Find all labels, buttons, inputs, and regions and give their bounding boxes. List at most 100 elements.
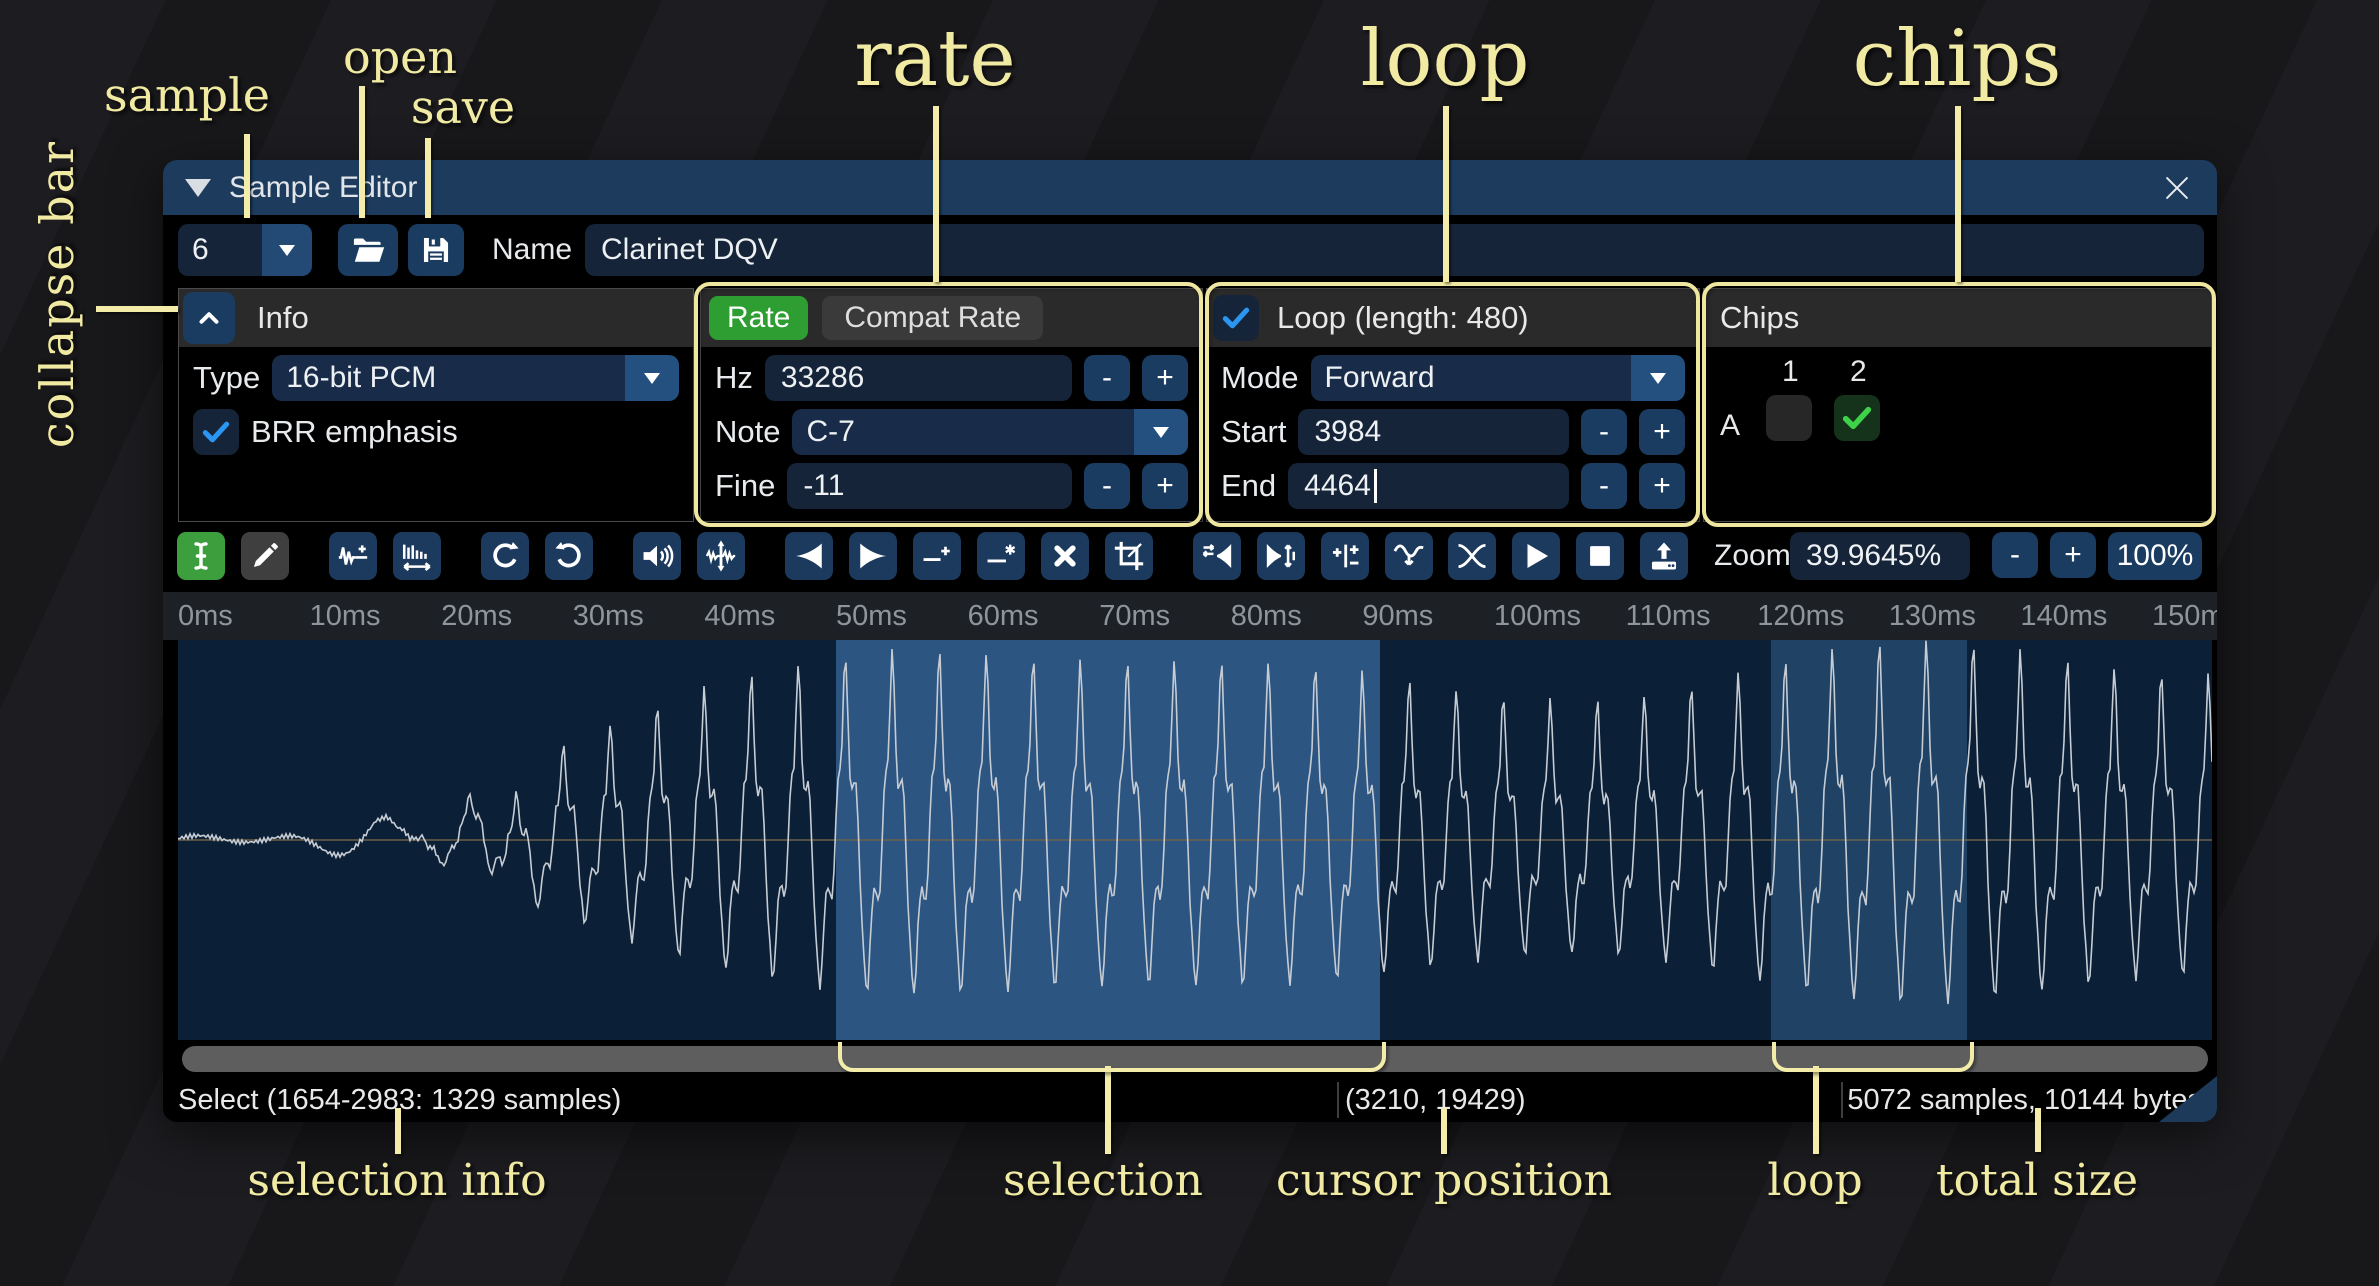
fine-plus-button[interactable]: + (1142, 463, 1188, 509)
save-sample-button[interactable] (408, 224, 464, 276)
text-caret (1374, 469, 1377, 503)
apply-silence-button[interactable] (977, 532, 1025, 580)
reverse-icon (1200, 539, 1234, 573)
fade-out-icon (856, 539, 890, 573)
name-label: Name (492, 215, 572, 285)
tab-rate[interactable]: Rate (709, 296, 808, 340)
undo-button[interactable] (481, 532, 529, 580)
crossfade-button[interactable] (1448, 532, 1496, 580)
draw-mode-button[interactable] (241, 532, 289, 580)
hz-plus-button[interactable]: + (1142, 355, 1188, 401)
note-select[interactable]: C-7 (792, 409, 1188, 455)
annotation-line-loop (1443, 106, 1449, 282)
sample-type-select[interactable]: 16-bit PCM (272, 355, 679, 401)
loop-start-minus-button[interactable]: - (1581, 409, 1627, 455)
resize-grip[interactable] (2159, 1076, 2217, 1122)
fine-input[interactable]: -11 (787, 463, 1072, 509)
titlebar[interactable]: Sample Editor (163, 160, 2217, 215)
loop-mode-value: Forward (1311, 355, 1631, 401)
hz-input[interactable]: 33286 (765, 355, 1072, 401)
annotation-selection-info: selection info (247, 1155, 546, 1206)
loop-end-plus-button[interactable]: + (1639, 463, 1685, 509)
toolbar: Zoom 39.9645% - + 100% (163, 522, 2217, 592)
zoom-reset-button[interactable]: 100% (2108, 532, 2202, 580)
zoom-input[interactable]: 39.9645% (1790, 532, 1970, 580)
status-bar: Select (1654-2983: 1329 samples) (3210, … (163, 1078, 2217, 1122)
ruler-tick: 110ms (1626, 592, 1711, 640)
ruler-tick: 120ms (1757, 592, 1844, 640)
annotation-chips: chips (1853, 14, 2062, 104)
play-icon (1519, 539, 1553, 573)
loop-start-label: Start (1221, 414, 1286, 450)
loop-end-input[interactable]: 4464 (1288, 463, 1569, 509)
open-folder-icon (350, 232, 386, 268)
ruler-tick: 40ms (704, 592, 775, 640)
chip-1-checkbox[interactable] (1766, 395, 1812, 441)
ruler-tick: 60ms (968, 592, 1039, 640)
zoom-in-button[interactable]: + (2050, 532, 2096, 578)
annotation-open: open (343, 30, 457, 84)
ruler-tick: 150ms (2152, 592, 2217, 640)
window-collapse-triangle-icon[interactable] (185, 179, 211, 197)
stop-button[interactable] (1576, 532, 1624, 580)
waveform-canvas[interactable] (178, 640, 2212, 1040)
close-icon (2160, 171, 2194, 205)
play-button[interactable] (1512, 532, 1560, 580)
tab-compat-rate[interactable]: Compat Rate (822, 296, 1043, 340)
invert-button[interactable] (1257, 532, 1305, 580)
close-button[interactable] (2155, 168, 2199, 208)
import-button[interactable] (1640, 532, 1688, 580)
annotation-rate: rate (854, 14, 1015, 104)
annotation-line-total-size (2035, 1108, 2041, 1152)
check-icon (1219, 301, 1253, 335)
redo-button[interactable] (545, 532, 593, 580)
chip-2-checkbox[interactable] (1834, 395, 1880, 441)
annotation-cursor-position: cursor position (1276, 1155, 1612, 1206)
check-icon (199, 415, 233, 449)
sample-index-select[interactable]: 6 (178, 224, 312, 276)
ruler-tick: 30ms (573, 592, 644, 640)
annotation-total-size: total size (1936, 1155, 2138, 1206)
reverse-button[interactable] (1193, 532, 1241, 580)
horizontal-scrollbar[interactable] (182, 1046, 2208, 1072)
collapse-bar-button[interactable] (183, 292, 235, 344)
fine-label: Fine (715, 468, 775, 504)
info-panel-title: Info (257, 300, 309, 336)
filter-button[interactable] (1385, 532, 1433, 580)
delete-button[interactable] (1041, 532, 1089, 580)
chevron-up-icon (194, 303, 224, 333)
loop-mode-select[interactable]: Forward (1311, 355, 1685, 401)
hz-minus-button[interactable]: - (1084, 355, 1130, 401)
fine-minus-button[interactable]: - (1084, 463, 1130, 509)
open-sample-button[interactable] (338, 224, 398, 276)
fade-out-button[interactable] (849, 532, 897, 580)
save-floppy-icon (419, 233, 453, 267)
resample-button[interactable] (329, 532, 377, 580)
annotation-line-chips (1955, 106, 1961, 282)
ruler-tick: 0ms (178, 592, 233, 640)
annotation-loop: loop (1361, 14, 1530, 104)
sample-name-input[interactable]: Clarinet DQV (585, 224, 2204, 276)
normalize-button[interactable] (697, 532, 745, 580)
select-mode-button[interactable] (177, 532, 225, 580)
signed-unsigned-button[interactable] (1321, 532, 1369, 580)
crossfade-icon (1455, 539, 1489, 573)
zoom-out-button[interactable]: - (1992, 532, 2038, 578)
loop-end-minus-button[interactable]: - (1581, 463, 1627, 509)
amplify-button[interactable] (633, 532, 681, 580)
chevron-down-icon[interactable] (262, 224, 312, 276)
loop-start-plus-button[interactable]: + (1639, 409, 1685, 455)
ruler-tick: 140ms (2020, 592, 2107, 640)
loop-end-value: 4464 (1304, 469, 1371, 503)
annotation-line-collapse-bar (96, 306, 178, 312)
brr-emphasis-checkbox[interactable] (193, 409, 239, 455)
resize-button[interactable] (393, 532, 441, 580)
ruler-tick: 80ms (1231, 592, 1302, 640)
fade-in-button[interactable] (785, 532, 833, 580)
status-divider (1337, 1082, 1339, 1118)
trim-button[interactable] (1105, 532, 1153, 580)
insert-silence-button[interactable] (913, 532, 961, 580)
loop-enable-checkbox[interactable] (1213, 295, 1259, 341)
cursor-position-text: (3210, 19429) (1345, 1078, 1526, 1122)
loop-start-input[interactable]: 3984 (1298, 409, 1569, 455)
